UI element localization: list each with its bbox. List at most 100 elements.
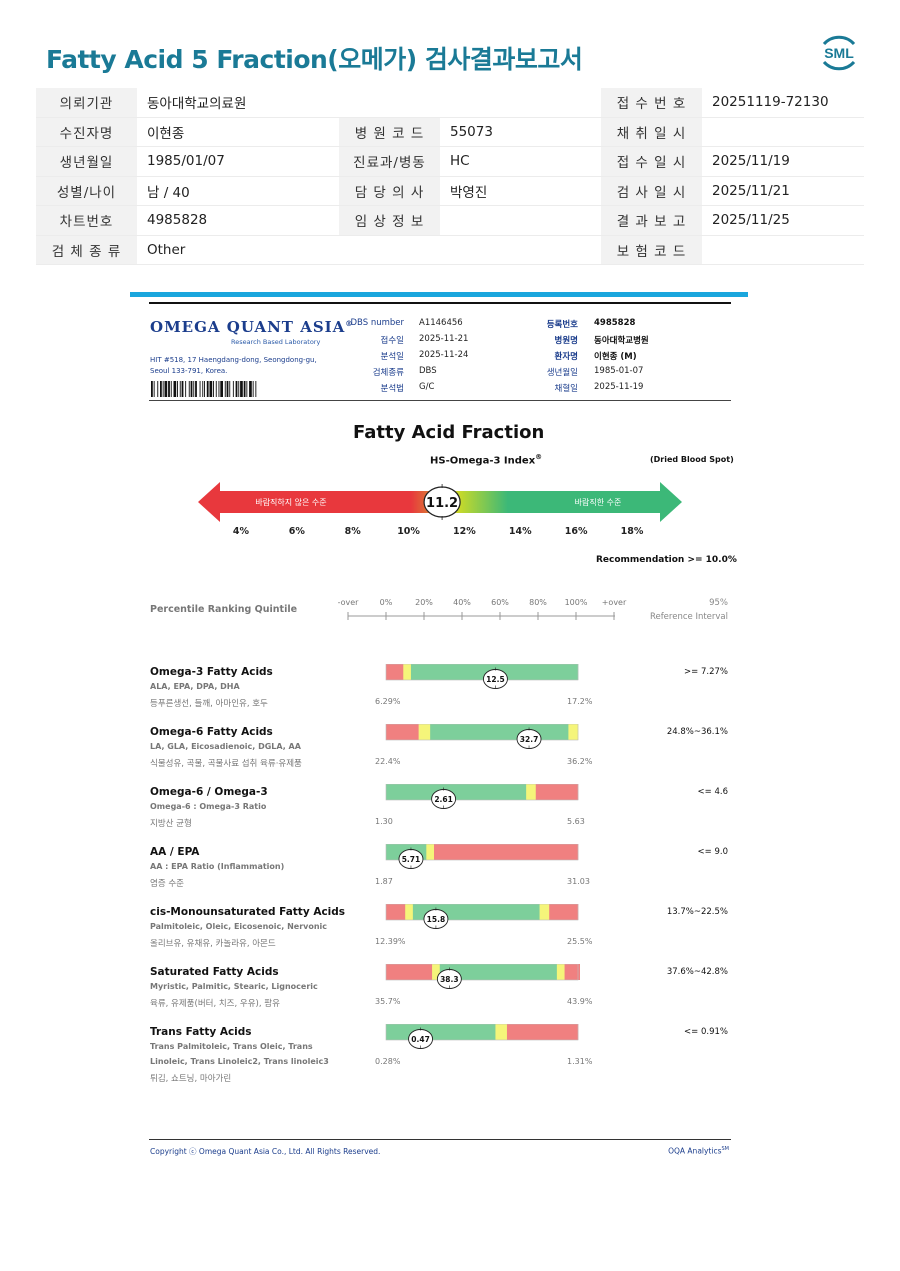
row-min: 22.4% [375, 757, 401, 766]
row-bar-segment [535, 784, 579, 800]
row-bar-segment [386, 664, 404, 680]
row-bar-segment [386, 904, 406, 920]
row-bar: 15.8 [385, 904, 579, 929]
info-value: 남 / 40 [137, 176, 339, 206]
index-tick-label: 16% [564, 526, 588, 537]
oqa-analytics-mark: SM [721, 1146, 730, 1152]
info-label: 담 당 의 사 [339, 176, 440, 206]
info-value [440, 88, 601, 118]
index-tick-label: 12% [453, 526, 476, 537]
barcode-bar [229, 381, 231, 397]
percentile-label: +over [601, 598, 627, 607]
row-bar-segment [526, 784, 537, 800]
reference-interval-label: Reference Interval [649, 612, 728, 622]
barcode-bar [162, 381, 164, 397]
percentile-label: 60% [491, 598, 509, 607]
row-bar-segment [386, 784, 527, 800]
row-value: 5.71 [402, 855, 421, 864]
oqa-analytics-label: OQA Analytics [668, 1146, 722, 1156]
barcode-bar [185, 381, 187, 397]
row-name: Trans Fatty Acids [150, 1026, 252, 1038]
barcode-bar [232, 381, 234, 397]
lab-address-line1: HIT #518, 17 Haengdang-dong, Seongdong-g… [150, 356, 317, 364]
barcode-bar [255, 381, 257, 397]
row-bar-segment [556, 964, 565, 980]
barcode-bar [249, 381, 252, 397]
barcode-bar [193, 381, 195, 397]
meta-label: 채혈일 [554, 384, 578, 394]
barcode-bar [181, 381, 184, 397]
barcode-bar [215, 381, 217, 397]
info-value: 55073 [440, 117, 601, 147]
patient-info-table: 의뢰기관 동아대학교의료원 접 수 번 호 20251119-72130 수진자명 이현종… [36, 88, 864, 265]
row-reference: 37.6%~42.8% [666, 967, 728, 977]
row-food-sources: 식물성유, 곡물, 곡물사료 섭취 육류·유제품 [150, 759, 302, 769]
meta-value: 동아대학교병원 [594, 336, 649, 346]
info-value [702, 117, 864, 147]
row-name: cis-Monounsaturated Fatty Acids [150, 906, 346, 918]
row-food-sources: 염증 수준 [150, 879, 184, 889]
barcode-bar [220, 381, 223, 397]
row-bar: 38.3 [385, 964, 580, 989]
barcode-bar [226, 381, 229, 397]
barcode-bar [190, 381, 193, 397]
row-food-sources: 튀김, 쇼트닝, 마아가린 [150, 1074, 232, 1084]
info-row: 수진자명 이현종 병 원 코 드 55073 채 취 일 시 [36, 117, 864, 147]
row-min: 12.39% [375, 937, 406, 946]
barcode-bar [243, 381, 246, 397]
row-components-cont: Linoleic, Trans Linoleic2, Trans linolei… [150, 1057, 329, 1066]
row-components: Myristic, Palmitic, Stearic, Lignoceric [150, 982, 318, 991]
row-min: 1.87 [375, 877, 393, 886]
row-value: 0.47 [411, 1035, 430, 1044]
percentile-label: 80% [529, 598, 547, 607]
meta-label: 등록번호 [546, 320, 578, 330]
hs-omega3-index-label: HS-Omega-3 Index [430, 455, 536, 467]
row-reference: <= 4.6 [697, 787, 728, 797]
meta-value: G/C [419, 382, 435, 392]
meta-label: 환자명 [554, 352, 578, 362]
row-value: 32.7 [520, 735, 539, 744]
info-row: 차트번호 4985828 임 상 정 보 결 과 보 고 2025/11/25 [36, 205, 864, 236]
row-min: 35.7% [375, 997, 401, 1006]
info-value: 20251119-72130 [702, 88, 864, 118]
row-max: 5.63 [567, 817, 585, 826]
info-label: 채 취 일 시 [601, 117, 702, 147]
row-max: 25.5% [567, 937, 593, 946]
index-tick-label: 10% [397, 526, 420, 537]
info-value: 2025/11/19 [702, 146, 864, 177]
dried-blood-spot-note: (Dried Blood Spot) [650, 455, 734, 464]
info-value: 동아대학교의료원 [137, 88, 339, 118]
meta-value: 2025-11-19 [594, 382, 644, 392]
barcode-bar [238, 381, 240, 397]
info-value: 2025/11/25 [702, 205, 864, 236]
row-reference: 24.8%~36.1% [666, 727, 728, 737]
index-value-marker: 11.2 [423, 484, 461, 520]
barcode-bar [240, 381, 243, 397]
info-row: 검 체 종 류 Other 보 험 코 드 [36, 235, 864, 265]
info-label: 생년월일 [36, 146, 137, 177]
percentile-label: 40% [453, 598, 471, 607]
copyright: Copyright ⓒ Omega Quant Asia Co., Ltd. A… [150, 1147, 381, 1156]
row-components: Trans Palmitoleic, Trans Oleic, Trans [150, 1042, 313, 1051]
barcode-bar [164, 381, 168, 397]
row-value: 12.5 [486, 675, 505, 684]
info-value: 4985828 [137, 205, 339, 236]
row-bar-segment [403, 664, 412, 680]
row-bar-segment [386, 964, 433, 980]
percentile-label: -over [337, 598, 359, 607]
meta-label: DBS number [350, 318, 405, 328]
meta-value: 4985828 [594, 318, 636, 328]
info-value [440, 205, 601, 236]
row-bar: 5.71 [385, 844, 579, 869]
hs-omega3-index-mark: ® [535, 453, 543, 461]
info-label: 성별/나이 [36, 176, 137, 206]
barcode-bar [206, 381, 209, 397]
index-tick-label: 14% [508, 526, 532, 537]
row-bar-segment [405, 904, 414, 920]
info-row: 생년월일 1985/01/07 진료과/병동 HC 접 수 일 시 2025/11/19 [36, 146, 864, 177]
meta-label: 병원명 [554, 336, 578, 346]
row-bar: 0.47 [385, 1024, 579, 1049]
row-bar-segment [568, 724, 579, 740]
index-tick-label: 4% [232, 526, 250, 537]
info-label: 보 험 코 드 [601, 235, 702, 265]
